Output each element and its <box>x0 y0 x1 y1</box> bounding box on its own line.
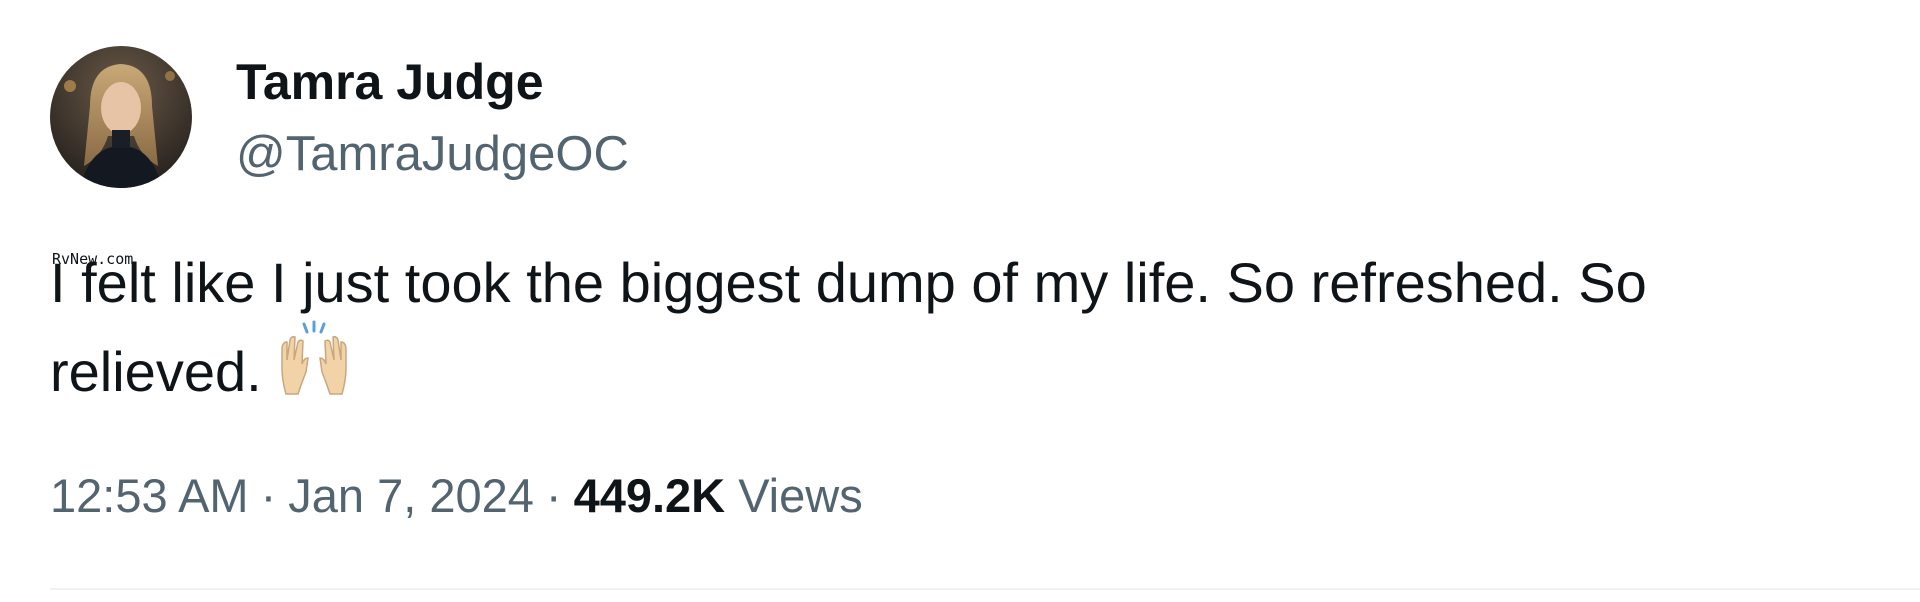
tweet-date[interactable]: Jan 7, 2024 <box>288 469 534 522</box>
views-count[interactable]: 449.2K <box>574 469 726 522</box>
author-handle[interactable]: @TamraJudgeOC <box>236 124 629 184</box>
separator-dot: · <box>260 469 277 522</box>
avatar[interactable] <box>50 46 192 188</box>
author-display-name[interactable]: Tamra Judge <box>236 52 544 112</box>
tweet-meta: 12:53 AM · Jan 7, 2024 · 449.2K Views <box>50 466 863 526</box>
separator-dot: · <box>545 469 562 522</box>
watermark: RvNew.com <box>52 250 134 268</box>
tweet-card: Tamra Judge @TamraJudgeOC I felt like I … <box>0 0 1920 602</box>
views-label: Views <box>738 469 863 522</box>
divider <box>50 588 1920 590</box>
profile-photo-icon <box>50 46 192 188</box>
tweet-time[interactable]: 12:53 AM <box>50 469 249 522</box>
tweet-text: I felt like I just took the biggest dump… <box>50 240 1850 426</box>
raising-hands-icon <box>276 320 352 420</box>
